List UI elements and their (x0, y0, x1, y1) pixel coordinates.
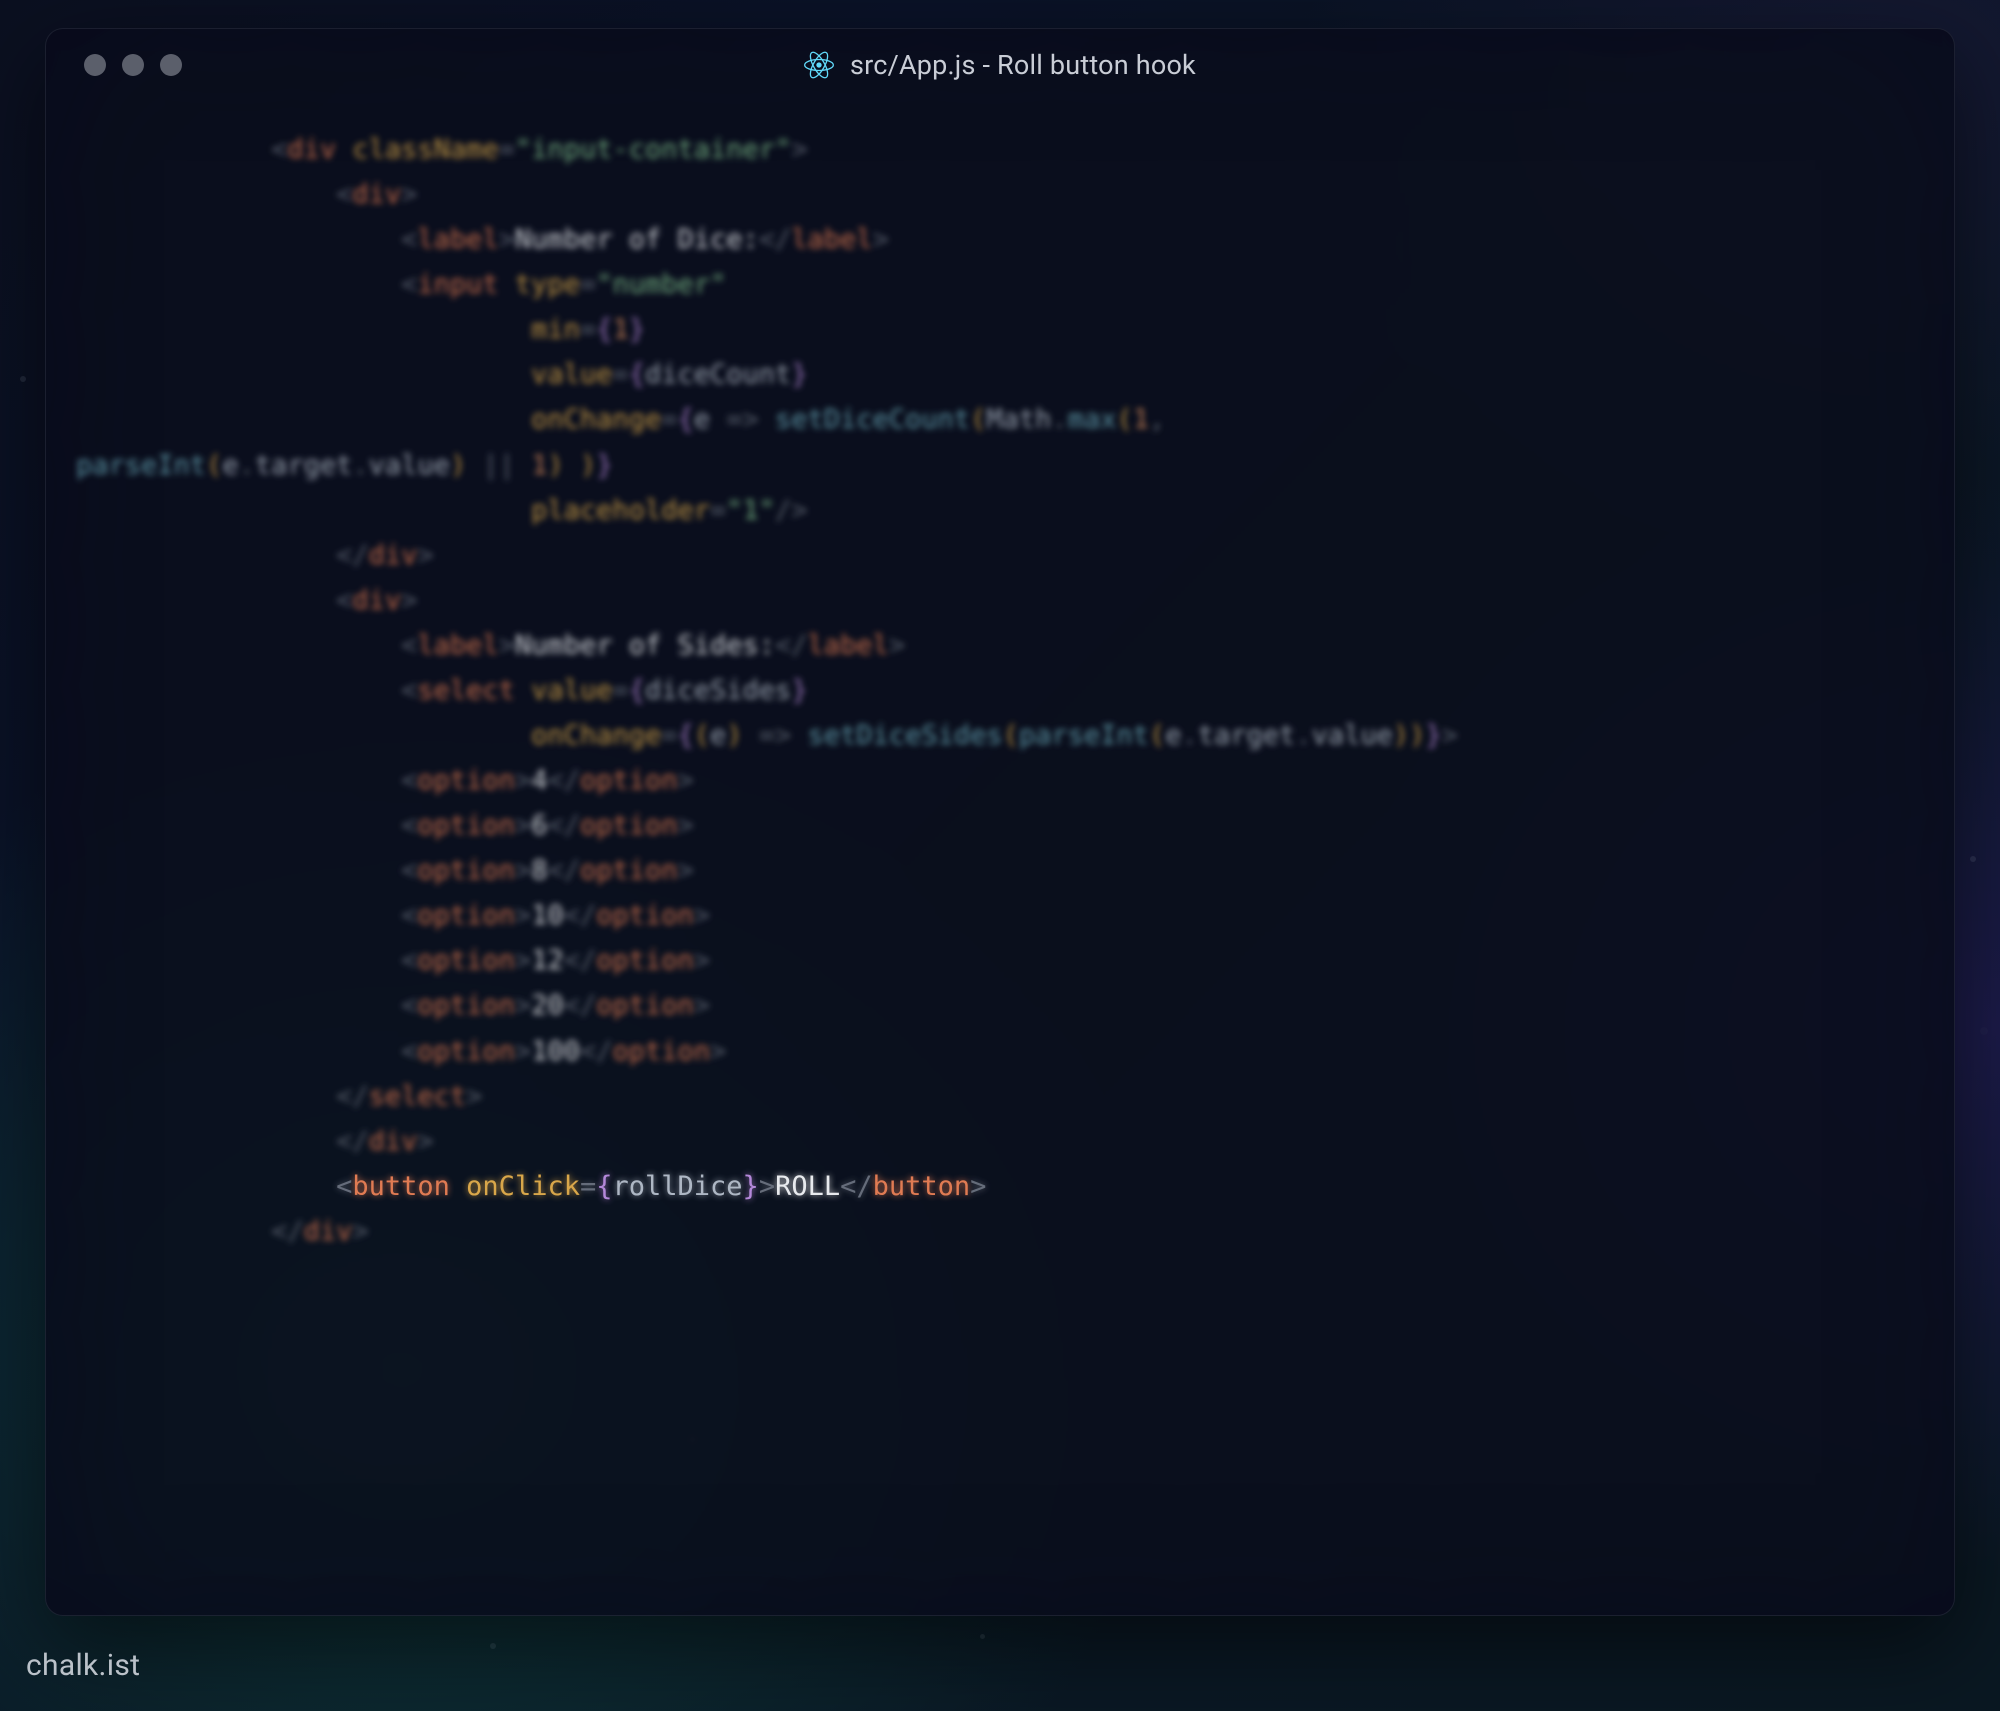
code-editor[interactable]: <div className="input-container"> <div> … (46, 101, 1954, 1615)
code-content: <div className="input-container"> <div> … (76, 127, 1924, 1254)
editor-window: src/App.js - Roll button hook <div class… (45, 28, 1955, 1616)
focused-code-line: <button onClick={rollDice}>ROLL</button> (76, 1164, 986, 1209)
watermark: chalk.ist (26, 1648, 140, 1683)
titlebar: src/App.js - Roll button hook (46, 29, 1954, 101)
react-icon (804, 50, 834, 80)
traffic-lights (46, 54, 182, 76)
minimize-icon[interactable] (122, 54, 144, 76)
close-icon[interactable] (84, 54, 106, 76)
zoom-icon[interactable] (160, 54, 182, 76)
window-title: src/App.js - Roll button hook (850, 49, 1196, 81)
